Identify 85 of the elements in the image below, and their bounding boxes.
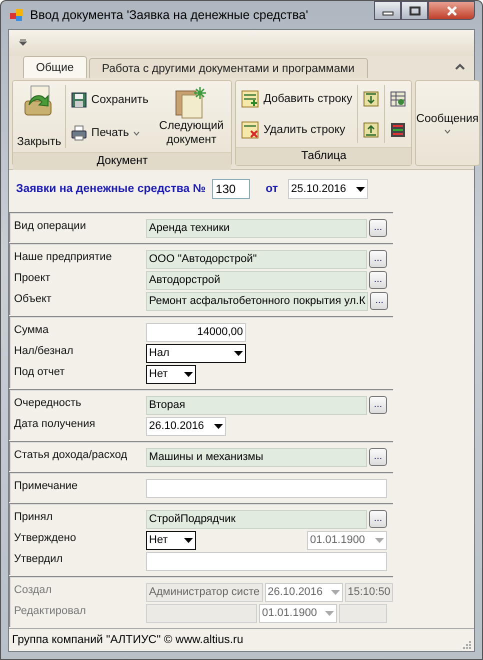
dropdown[interactable]: Нет: [146, 364, 196, 384]
field-label: Статья дохода/расход: [14, 448, 128, 461]
field-label: Сумма: [14, 323, 50, 336]
time-field: [339, 604, 387, 622]
lookup-field[interactable]: Автодорстрой: [146, 270, 367, 290]
browse-button[interactable]: ...: [369, 250, 387, 268]
add-row-button[interactable]: Добавить строку: [239, 88, 354, 108]
field-label: Утверждено: [14, 531, 78, 544]
browse-button[interactable]: ...: [369, 271, 387, 289]
documents-star-icon: [174, 85, 208, 119]
table-row-delete-icon: [241, 120, 260, 138]
field-label: Примечание: [14, 479, 79, 492]
dropdown-arrow-icon: [356, 186, 366, 192]
browse-button[interactable]: ...: [370, 292, 388, 310]
close-button[interactable]: [428, 1, 475, 20]
browse-button[interactable]: ...: [369, 396, 387, 414]
date-label: от: [266, 183, 278, 195]
lookup-field[interactable]: Аренда техники: [146, 218, 367, 238]
table-row-add-icon: [241, 90, 260, 108]
close-document-button[interactable]: Закрыть: [16, 83, 62, 150]
status-text: Группа компаний "АЛТИУС" © www.altius.ru: [12, 634, 244, 646]
close-icon: [444, 4, 458, 16]
dropdown[interactable]: Нет: [146, 530, 196, 550]
print-button[interactable]: Печать: [69, 124, 150, 142]
app-icon: [10, 8, 24, 22]
field-label: Объект: [14, 292, 52, 305]
group-label: Таблица: [236, 147, 412, 165]
move-down-icon[interactable]: [363, 90, 380, 106]
document-number-label: Заявки на денежные средства №: [16, 183, 206, 195]
messages-button[interactable]: Сообщения: [416, 81, 479, 165]
field-label: Вид операции: [14, 219, 87, 232]
save-button[interactable]: Сохранить: [69, 90, 150, 109]
field-label: Принял: [14, 510, 54, 523]
text-field[interactable]: [146, 552, 387, 570]
field-label: Дата получения: [14, 417, 96, 430]
dropdown-arrow-icon: [214, 424, 223, 428]
field-label: Создал: [14, 583, 53, 596]
field-label: Проект: [14, 271, 52, 284]
field-label: Редактировал: [14, 604, 87, 617]
date-picker[interactable]: 26.10.2016: [146, 416, 226, 436]
time-field: 15:10:50: [344, 582, 393, 602]
lookup-field[interactable]: Машины и механизмы: [146, 448, 367, 466]
printer-icon: [71, 125, 88, 142]
field-label: Нал/безнал: [14, 344, 74, 357]
collapse-ribbon-icon[interactable]: [455, 63, 465, 70]
ribbon-tab[interactable]: Работа с другими документами и программами: [88, 58, 368, 78]
amount-field[interactable]: 14000,00: [146, 322, 246, 342]
field-label: Очередность: [14, 396, 82, 409]
dropdown-arrow-icon: [184, 538, 193, 542]
maximize-button[interactable]: [401, 1, 428, 20]
browse-button[interactable]: ...: [369, 219, 387, 237]
field-label: Наше предприятие: [14, 250, 113, 263]
quick-access-menu-icon[interactable]: [18, 39, 28, 47]
browse-button[interactable]: ...: [369, 510, 387, 528]
field-label: Под отчет: [14, 365, 66, 378]
dropdown-arrow-icon: [325, 610, 334, 616]
dropdown-arrow-icon: [184, 372, 193, 376]
text-field[interactable]: [146, 478, 387, 498]
field-label: Утвердил: [14, 552, 64, 565]
lookup-field[interactable]: Вторая: [146, 396, 367, 414]
window-title: Ввод документа 'Заявка на денежные средства': [30, 8, 308, 22]
dropdown-arrow-icon: [330, 590, 340, 594]
dropdown-caret-icon: [444, 128, 451, 134]
lookup-field[interactable]: ООО "Автодорстрой": [146, 250, 367, 268]
next-document-button[interactable]: Следующий документ: [154, 83, 228, 150]
dropdown-arrow-icon: [375, 538, 384, 542]
resize-grip-icon[interactable]: [461, 639, 471, 649]
date-picker[interactable]: 01.01.1900: [307, 530, 387, 550]
dropdown-arrow-icon: [234, 350, 243, 356]
table-rows-icon[interactable]: [390, 122, 406, 138]
dropdown[interactable]: Нал: [146, 344, 246, 362]
document-number-field[interactable]: 130: [212, 179, 250, 199]
dropdown-caret-icon: [132, 130, 140, 136]
minimize-button[interactable]: [374, 1, 401, 20]
move-up-icon[interactable]: [363, 122, 380, 138]
readonly-field: Администратор систе: [146, 582, 263, 602]
lookup-field[interactable]: СтройПодрядчик: [146, 510, 367, 528]
ribbon-tab[interactable]: Общие: [23, 56, 87, 78]
table-settings-icon[interactable]: [390, 90, 406, 106]
document-date-picker[interactable]: 25.10.2016: [288, 179, 368, 199]
maximize-icon: [408, 6, 420, 16]
delete-row-button[interactable]: Удалить строку: [239, 120, 354, 140]
browse-button[interactable]: ...: [369, 448, 387, 466]
lookup-field[interactable]: Ремонт асфальтобетонного покрытия ул.К: [146, 292, 368, 310]
group-label: Документ: [13, 152, 232, 170]
